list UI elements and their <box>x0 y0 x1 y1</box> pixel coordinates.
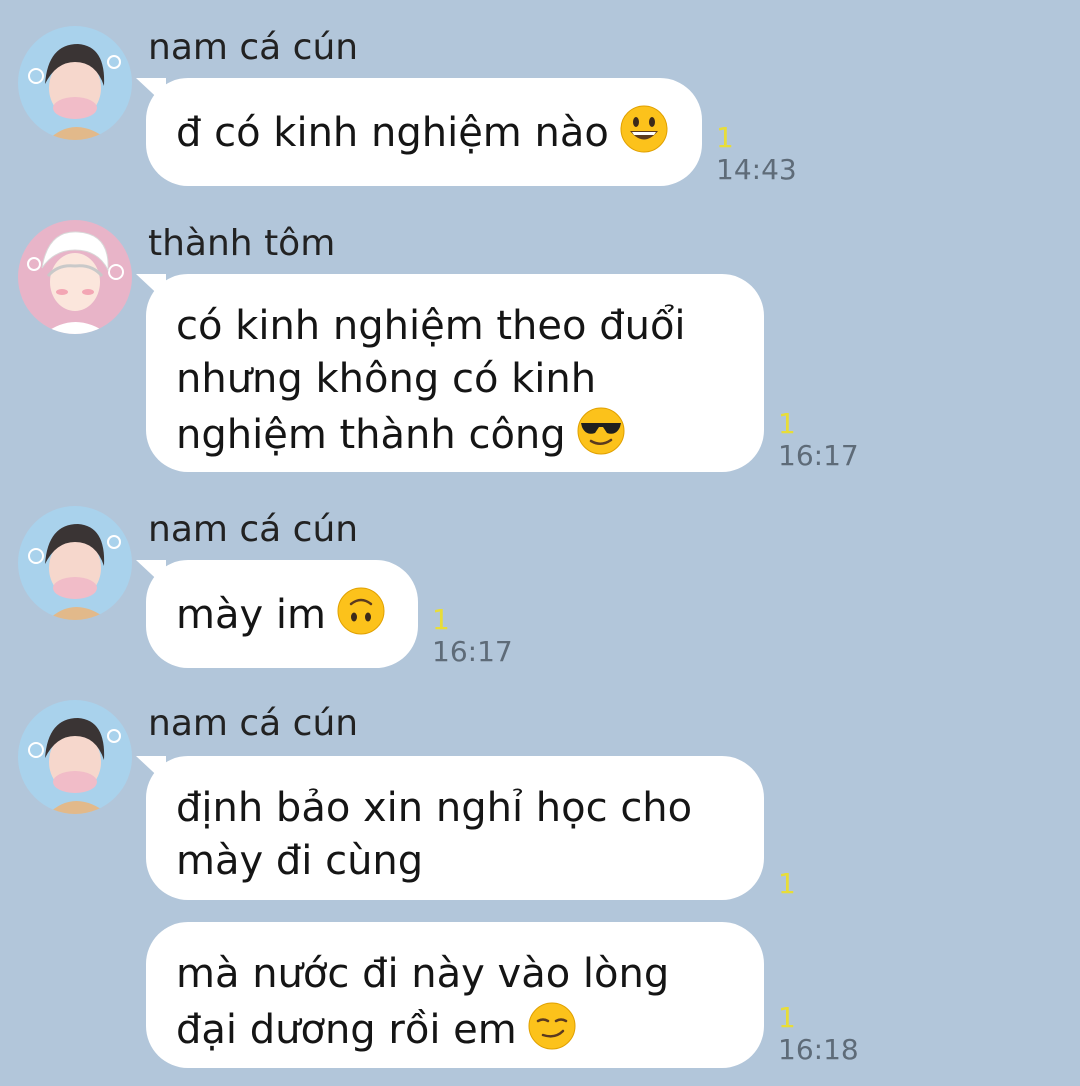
message-meta: 1 16:17 <box>778 408 859 472</box>
unread-count: 1 <box>716 121 734 154</box>
message-bubble[interactable]: đ có kinh nghiệm nào <box>146 78 702 186</box>
unread-count: 1 <box>432 603 450 636</box>
message-text: đ có kinh nghiệm nào <box>176 104 672 160</box>
message-bubble[interactable]: mày im <box>146 560 418 668</box>
smirking-face-emoji <box>527 1001 577 1051</box>
message-text: mày im <box>176 586 388 642</box>
message-bubble[interactable]: định bảo xin nghỉ học cho mày đi cùng <box>146 756 764 900</box>
message-text-line: có kinh nghiệm theo đuổi <box>176 303 686 349</box>
avatar-thanh-tom[interactable] <box>18 220 132 334</box>
timestamp: 16:17 <box>778 439 859 472</box>
unread-count: 1 <box>778 1001 796 1034</box>
unread-count: 1 <box>778 407 796 440</box>
timestamp: 16:18 <box>778 1033 859 1066</box>
unread-count: 1 <box>778 867 796 900</box>
sender-name: nam cá cún <box>148 703 359 744</box>
sender-name: nam cá cún <box>148 509 359 550</box>
message-text-line: đại dương rồi em <box>176 1001 734 1057</box>
message-meta: 1 <box>778 868 796 900</box>
message-text-line: định bảo xin nghỉ học cho <box>176 785 693 831</box>
message-text-line: nghiệm thành công <box>176 406 734 462</box>
timestamp: 16:17 <box>432 635 513 668</box>
message-text-line: mà nước đi này vào lòng <box>176 951 670 997</box>
sender-name: nam cá cún <box>148 27 359 68</box>
message-meta: 1 16:17 <box>432 604 513 668</box>
sunglasses-face-emoji <box>576 406 626 456</box>
message-meta: 1 14:43 <box>716 122 797 186</box>
sender-name: thành tôm <box>148 223 336 264</box>
message-bubble[interactable]: có kinh nghiệm theo đuổi nhưng không có … <box>146 274 764 472</box>
message-meta: 1 16:18 <box>778 1002 859 1066</box>
message-bubble[interactable]: mà nước đi này vào lòng đại dương rồi em <box>146 922 764 1068</box>
avatar-nam-ca-cun[interactable] <box>18 506 132 620</box>
avatar-nam-ca-cun[interactable] <box>18 26 132 140</box>
timestamp: 14:43 <box>716 153 797 186</box>
grinning-face-emoji <box>619 104 669 154</box>
message-text-line: nhưng không có kinh <box>176 356 597 402</box>
upside-down-face-emoji <box>336 586 386 636</box>
message-text-line: mày đi cùng <box>176 838 424 884</box>
avatar-nam-ca-cun[interactable] <box>18 700 132 814</box>
